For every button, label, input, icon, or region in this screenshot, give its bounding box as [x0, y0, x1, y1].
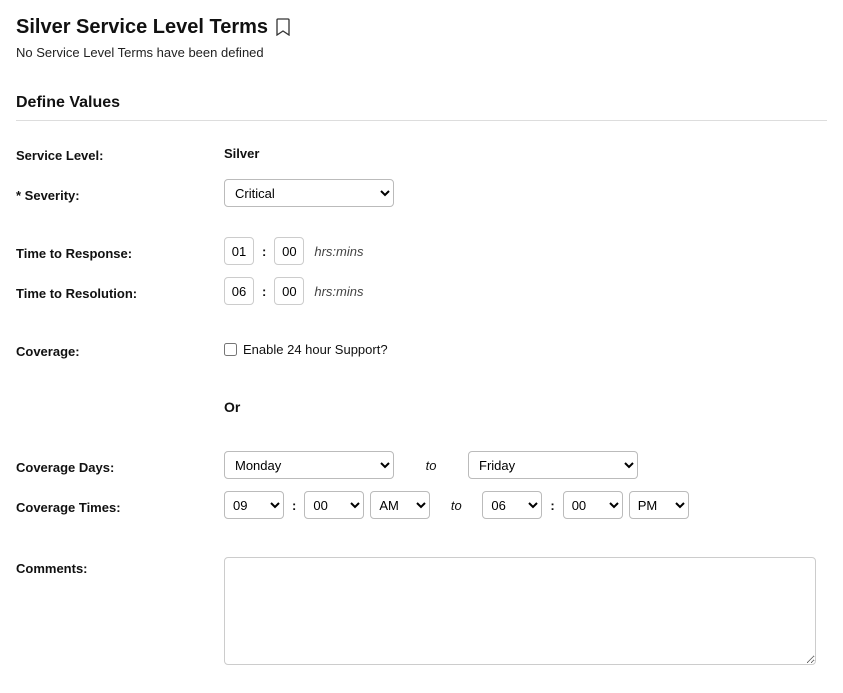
comments-label: Comments: [16, 557, 224, 576]
section-title: Define Values [16, 94, 827, 121]
time-to-response-label: Time to Response: [16, 242, 224, 261]
severity-select[interactable]: Critical [224, 179, 394, 207]
page-subtitle: No Service Level Terms have been defined [16, 45, 827, 60]
colon-separator: : [260, 284, 268, 299]
coverage-label: Coverage: [16, 340, 224, 359]
response-hours-input[interactable] [224, 237, 254, 265]
enable-24-label: Enable 24 hour Support? [243, 342, 388, 357]
resolution-mins-input[interactable] [274, 277, 304, 305]
time-to-min-select[interactable]: 00 [563, 491, 623, 519]
time-from-min-select[interactable]: 00 [304, 491, 364, 519]
page-title: Silver Service Level Terms [16, 16, 268, 39]
comments-textarea[interactable] [224, 557, 816, 665]
severity-label: * Severity: [16, 184, 224, 203]
time-to-resolution-label: Time to Resolution: [16, 282, 224, 301]
time-from-ampm-select[interactable]: AM [370, 491, 430, 519]
hrs-mins-hint: hrs:mins [314, 244, 363, 259]
time-to-hour-select[interactable]: 06 [482, 491, 542, 519]
to-text: to [400, 458, 462, 473]
colon-separator: : [260, 244, 268, 259]
time-to-ampm-select[interactable]: PM [629, 491, 689, 519]
to-text: to [436, 498, 476, 513]
enable-24-checkbox[interactable] [224, 343, 237, 356]
coverage-day-from-select[interactable]: Monday [224, 451, 394, 479]
or-text: Or [224, 399, 240, 415]
colon-separator: : [548, 498, 556, 513]
service-level-label: Service Level: [16, 144, 224, 163]
time-from-hour-select[interactable]: 09 [224, 491, 284, 519]
colon-separator: : [290, 498, 298, 513]
hrs-mins-hint: hrs:mins [314, 284, 363, 299]
coverage-times-label: Coverage Times: [16, 496, 224, 515]
response-mins-input[interactable] [274, 237, 304, 265]
coverage-day-to-select[interactable]: Friday [468, 451, 638, 479]
bookmark-icon[interactable] [276, 18, 292, 38]
coverage-days-label: Coverage Days: [16, 456, 224, 475]
resolution-hours-input[interactable] [224, 277, 254, 305]
service-level-value: Silver [224, 146, 259, 161]
